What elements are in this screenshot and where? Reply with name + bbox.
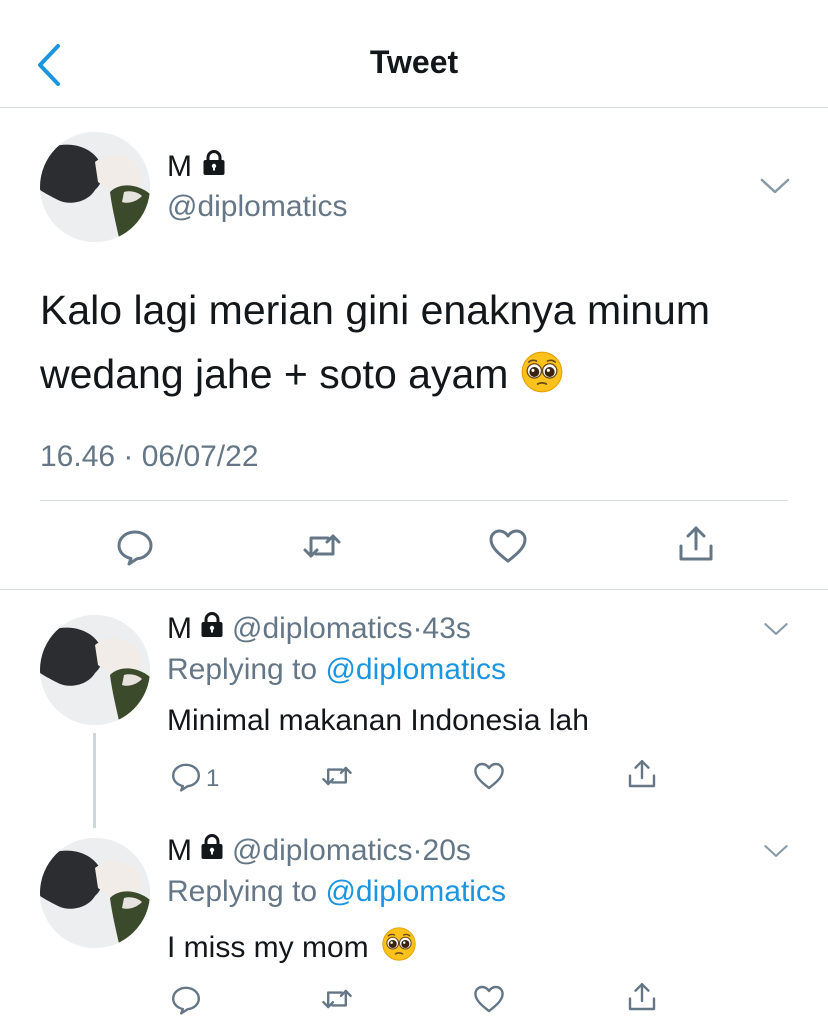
reply-time: 20s: [422, 834, 471, 867]
author-name[interactable]: M: [167, 834, 192, 868]
heart-icon[interactable]: [488, 526, 528, 571]
author-handle[interactable]: @diplomatics: [232, 834, 413, 868]
thread-line: [93, 733, 96, 828]
avatar[interactable]: [40, 838, 150, 948]
divider: [0, 589, 828, 590]
reply-action[interactable]: 1: [170, 760, 219, 797]
retweet-icon[interactable]: [320, 983, 354, 1020]
heart-icon[interactable]: [473, 760, 505, 797]
reply-time: 43s: [422, 612, 471, 645]
author-handle[interactable]: @diplomatics: [232, 612, 413, 646]
mention-link[interactable]: @diplomatics: [325, 875, 506, 908]
lock-icon: [200, 834, 224, 868]
lock-icon: [202, 150, 226, 184]
reply-text-content: I miss my mom: [167, 931, 369, 964]
reply-text: Minimal makanan Indonesia lah: [167, 704, 589, 737]
pleading-face-icon: [520, 348, 564, 412]
reply-text: I miss my mom: [167, 926, 417, 970]
separator-dot: ·: [412, 612, 423, 645]
author-name-text: M: [167, 150, 192, 183]
share-icon[interactable]: [626, 981, 658, 1018]
pleading-face-icon: [381, 926, 417, 970]
divider: [40, 500, 788, 501]
share-icon[interactable]: [676, 524, 716, 569]
replying-to-label: Replying to: [167, 653, 318, 686]
chevron-down-icon[interactable]: [758, 175, 792, 197]
replying-to: Replying to @diplomatics: [167, 875, 506, 909]
retweet-icon[interactable]: [301, 526, 343, 571]
tweet-timestamp: 16.46 · 06/07/22: [40, 440, 259, 473]
reply-header: M @diplomatics · 20s: [167, 834, 471, 868]
reply-icon[interactable]: [170, 983, 202, 1020]
avatar[interactable]: [40, 132, 150, 242]
avatar[interactable]: [40, 615, 150, 725]
retweet-icon[interactable]: [320, 760, 354, 797]
page-title: Tweet: [369, 44, 459, 80]
heart-icon[interactable]: [473, 983, 505, 1020]
reply-icon[interactable]: [170, 760, 202, 797]
tweet-text: Kalo lagi merian gini enaknya minum weda…: [40, 278, 800, 412]
mention-link[interactable]: @diplomatics: [325, 653, 506, 686]
author-name[interactable]: M: [167, 612, 192, 646]
reply-count: 1: [206, 764, 220, 792]
chevron-down-icon[interactable]: [762, 620, 790, 638]
reply-icon[interactable]: [115, 526, 155, 571]
lock-icon: [200, 612, 224, 646]
author-name[interactable]: M: [167, 150, 226, 184]
tweet-text-content: Kalo lagi merian gini enaknya minum weda…: [40, 287, 711, 397]
reply-header: M @diplomatics · 43s: [167, 612, 471, 646]
share-icon[interactable]: [626, 758, 658, 795]
replying-to-label: Replying to: [167, 875, 318, 908]
chevron-down-icon[interactable]: [762, 842, 790, 860]
separator-dot: ·: [412, 834, 423, 867]
author-handle[interactable]: @diplomatics: [167, 190, 348, 224]
replying-to: Replying to @diplomatics: [167, 653, 506, 687]
